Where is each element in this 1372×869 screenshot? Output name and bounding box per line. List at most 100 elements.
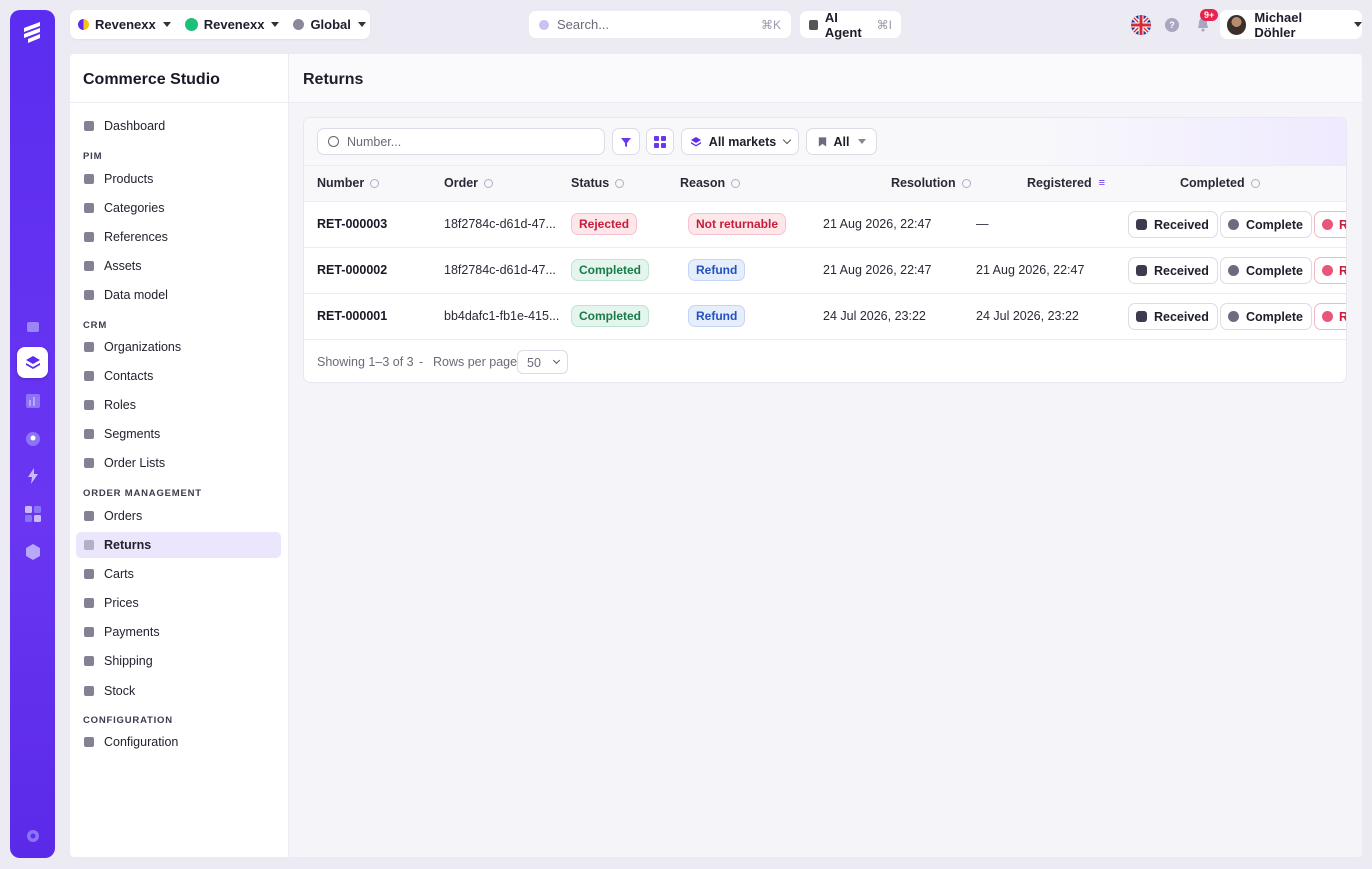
lightning-icon[interactable] (17, 460, 48, 491)
col-label: Registered (1027, 176, 1092, 190)
table-row[interactable]: RET-000001 bb4dafc1-fb1e-415... Complete… (304, 294, 1346, 340)
col-completed[interactable]: Completed (1180, 176, 1260, 190)
settings-gear-icon[interactable] (17, 820, 48, 851)
section-order-management: ORDER MANAGEMENT (83, 488, 202, 499)
inbox-icon (1136, 219, 1147, 230)
apps-icon[interactable] (17, 498, 48, 529)
col-registered[interactable]: Registered ≡ (1027, 176, 1105, 190)
sidebar-item-dashboard[interactable]: Dashboard (76, 113, 281, 139)
sidebar-item-references[interactable]: References (76, 224, 281, 250)
sidebar-item-label: Segments (104, 427, 161, 441)
markets-dropdown[interactable]: All markets (681, 128, 799, 155)
reject-button[interactable]: R (1314, 303, 1346, 330)
markets-label: All markets (708, 134, 777, 149)
number-search-input[interactable]: Number... (317, 128, 605, 155)
sidebar-item-label: Categories (104, 201, 165, 215)
ai-agent-button[interactable]: AI Agent ⌘I (800, 10, 901, 40)
tag-icon (84, 598, 94, 608)
reason-badge: Refund (688, 259, 746, 281)
layers-icon[interactable] (17, 347, 48, 378)
search-icon (328, 136, 339, 147)
sort-icon (1250, 178, 1260, 188)
order-id[interactable]: bb4dafc1-fb1e-415... (444, 309, 559, 323)
received-button[interactable]: Received (1128, 211, 1218, 238)
view-toggle-button[interactable] (646, 128, 674, 155)
users-icon (84, 429, 94, 439)
x-circle-icon (1322, 265, 1333, 276)
status-badge: Completed (571, 305, 650, 327)
button-label: Received (1154, 217, 1209, 232)
sidebar-item-shipping[interactable]: Shipping (76, 648, 281, 674)
uk-flag-icon[interactable] (1131, 15, 1151, 35)
sidebar-item-orders[interactable]: Orders (76, 503, 281, 529)
sidebar-item-label: Roles (104, 398, 136, 412)
sidebar-item-label: Carts (104, 567, 134, 581)
x-circle-icon (1322, 219, 1333, 230)
user-menu[interactable]: Michael Döhler (1220, 10, 1362, 40)
scope-selector[interactable]: Global (293, 17, 366, 32)
tenant-dot-icon (184, 18, 198, 31)
sidebar-item-assets[interactable]: Assets (76, 253, 281, 279)
help-icon[interactable]: ? (1165, 18, 1179, 32)
tenant-label: Revenexx (203, 17, 265, 32)
col-reason[interactable]: Reason (680, 176, 741, 190)
reject-button[interactable]: R (1314, 257, 1346, 284)
sort-icon (961, 178, 971, 188)
completed-date: 21 Aug 2026, 22:47 (976, 263, 1085, 277)
inbox-icon (1136, 265, 1147, 276)
global-search[interactable]: Search... ⌘K (529, 11, 791, 38)
complete-button[interactable]: Complete (1220, 257, 1312, 284)
home-icon[interactable] (17, 310, 48, 341)
sidebar-item-carts[interactable]: Carts (76, 561, 281, 587)
completed-date: 24 Jul 2026, 23:22 (976, 309, 1079, 323)
rows-per-page-label: Rows per page (433, 355, 518, 369)
sidebar-item-organizations[interactable]: Organizations (76, 334, 281, 360)
sidebar-item-products[interactable]: Products (76, 166, 281, 192)
sidebar-item-payments[interactable]: Payments (76, 619, 281, 645)
caret-down-icon (1354, 22, 1362, 27)
received-button[interactable]: Received (1128, 257, 1218, 284)
col-status[interactable]: Status (571, 176, 625, 190)
registered-date: 21 Aug 2026, 22:47 (823, 217, 932, 231)
sidebar-item-contacts[interactable]: Contacts (76, 363, 281, 389)
sidebar-item-roles[interactable]: Roles (76, 392, 281, 418)
col-resolution[interactable]: Resolution (891, 176, 971, 190)
sidebar-item-stock[interactable]: Stock (76, 678, 281, 704)
location-icon[interactable] (17, 423, 48, 454)
page-title: Returns (289, 54, 1362, 103)
col-label: Resolution (891, 176, 956, 190)
sidebar-item-label: Order Lists (104, 456, 166, 470)
sidebar-item-label: Configuration (104, 735, 179, 749)
order-id[interactable]: 18f2784c-d61d-47... (444, 217, 556, 231)
sidebar-item-order-lists[interactable]: Order Lists (76, 450, 281, 476)
col-order[interactable]: Order (444, 176, 494, 190)
search-shortcut: ⌘K (760, 17, 781, 32)
sidebar-item-segments[interactable]: Segments (76, 421, 281, 447)
return-number: RET-000001 (317, 309, 388, 323)
brand-logo-icon[interactable] (18, 18, 47, 47)
sidebar-item-configuration[interactable]: Configuration (76, 729, 281, 755)
col-number[interactable]: Number (317, 176, 380, 190)
order-id[interactable]: 18f2784c-d61d-47... (444, 263, 556, 277)
complete-button[interactable]: Complete (1220, 303, 1312, 330)
status-badge: Rejected (571, 213, 638, 235)
list-filter-dropdown[interactable]: All (806, 128, 877, 155)
received-button[interactable]: Received (1128, 303, 1218, 330)
contacts-icon (84, 371, 94, 381)
return-number: RET-000003 (317, 217, 388, 231)
table-row[interactable]: RET-000003 18f2784c-d61d-47... Rejected … (304, 202, 1346, 248)
cube-icon[interactable] (17, 536, 48, 567)
sidebar-item-categories[interactable]: Categories (76, 195, 281, 221)
sidebar-item-returns[interactable]: Returns (76, 532, 281, 558)
rows-per-page-select[interactable]: 50 (517, 350, 568, 374)
button-label: Complete (1246, 309, 1303, 324)
table-row[interactable]: RET-000002 18f2784c-d61d-47... Completed… (304, 248, 1346, 294)
analytics-icon[interactable] (17, 385, 48, 416)
reject-button[interactable]: R (1314, 211, 1346, 238)
filter-button[interactable] (612, 128, 640, 155)
org-selector[interactable]: Revenexx (78, 17, 171, 32)
tenant-selector[interactable]: Revenexx (184, 17, 280, 32)
sidebar-item-prices[interactable]: Prices (76, 590, 281, 616)
complete-button[interactable]: Complete (1220, 211, 1312, 238)
sidebar-item-data-model[interactable]: Data model (76, 282, 281, 308)
